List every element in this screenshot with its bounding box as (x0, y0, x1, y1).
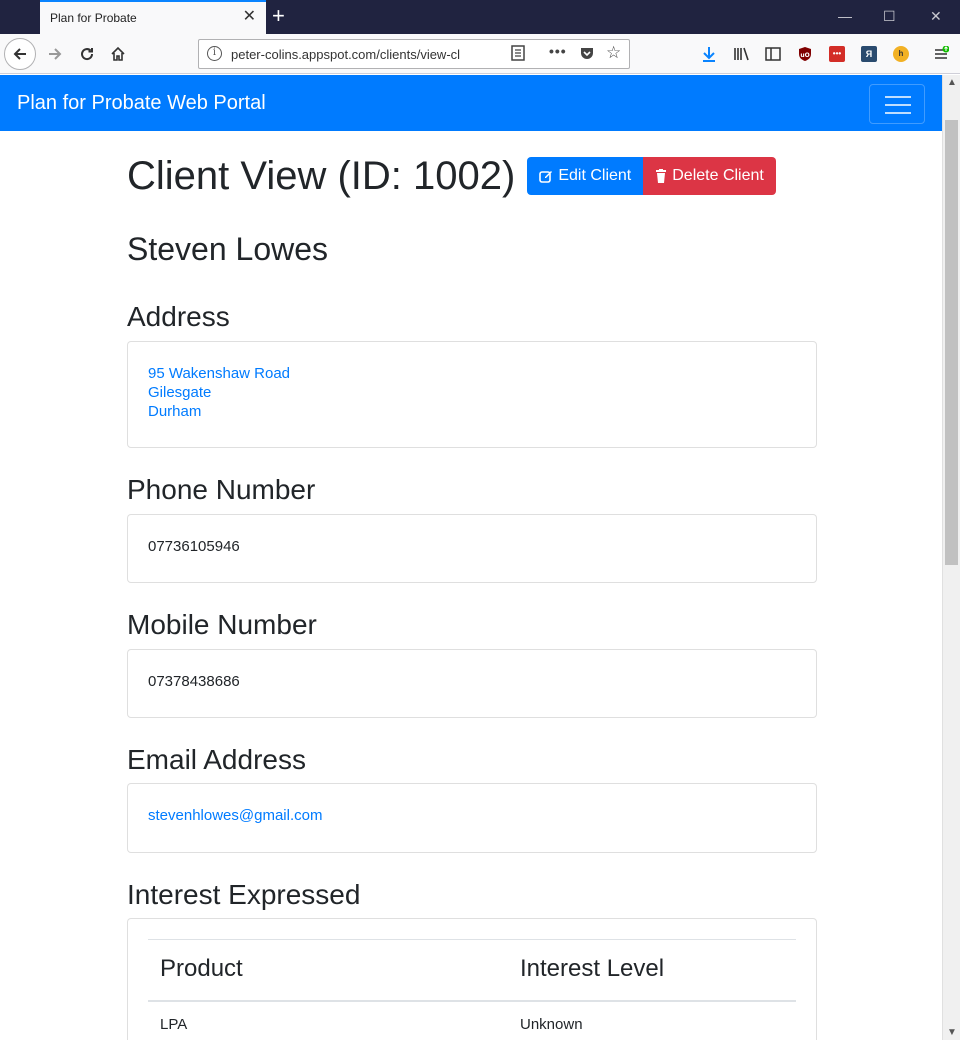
pocket-icon[interactable] (579, 45, 595, 64)
new-tab-button[interactable]: + (272, 5, 285, 27)
browser-tab[interactable]: Plan for Probate ✕ (40, 0, 266, 34)
tab-title: Plan for Probate (50, 11, 137, 25)
maximize-icon[interactable]: ☐ (883, 8, 896, 25)
forward-button[interactable] (40, 39, 70, 69)
home-button[interactable] (103, 39, 133, 69)
reload-button[interactable] (72, 39, 102, 69)
lastpass-icon[interactable]: ••• (829, 46, 845, 62)
yandex-icon[interactable]: Я (861, 46, 877, 62)
svg-text:uO: uO (800, 52, 809, 59)
scroll-up-arrow-icon[interactable]: ▲ (947, 77, 957, 88)
menu-hamburger-icon[interactable] (926, 39, 956, 69)
interest-heading: Interest Expressed (127, 879, 361, 910)
reload-icon (81, 48, 94, 61)
downloads-icon[interactable] (694, 39, 724, 69)
address-link[interactable]: 95 Wakenshaw Road Gilesgate Durham (148, 364, 290, 421)
page-header: Client View (ID: 1002) Edit Client Delet… (127, 153, 776, 199)
mobile-value: 07378438686 (148, 673, 240, 690)
address-heading: Address (127, 301, 230, 332)
phone-value: 07736105946 (148, 538, 240, 555)
email-card: stevenhlowes@gmail.com (127, 783, 817, 853)
ublock-icon[interactable]: uO (797, 46, 813, 62)
hamburger-bar (885, 112, 911, 114)
library-icon[interactable] (727, 39, 757, 69)
column-header-interest-level: Interest Level (520, 955, 665, 982)
mobile-card: 07378438686 (127, 649, 817, 718)
email-link[interactable]: stevenhlowes@gmail.com (148, 806, 322, 825)
phone-card: 07736105946 (127, 514, 817, 583)
bookmark-star-icon[interactable]: ☆ (606, 43, 621, 63)
browser-toolbar: i peter-colins.appspot.com/clients/view-… (0, 34, 960, 74)
main-content: Client View (ID: 1002) Edit Client Delet… (0, 131, 942, 1040)
interest-card: Product Interest Level LPA Unknown (127, 918, 817, 1040)
mobile-heading: Mobile Number (127, 609, 317, 640)
client-name: Steven Lowes (127, 231, 329, 267)
app-brand[interactable]: Plan for Probate Web Portal (17, 92, 266, 115)
delete-client-label: Delete Client (672, 167, 764, 184)
edit-icon (539, 171, 553, 183)
navbar-toggler-button[interactable] (869, 84, 925, 124)
scrollbar-thumb[interactable] (945, 120, 958, 565)
address-line-3: Durham (148, 403, 202, 420)
edit-client-label: Edit Client (558, 167, 632, 184)
delete-client-button[interactable]: Delete Client (643, 157, 776, 195)
hamburger-bar (885, 96, 911, 98)
edit-client-button[interactable]: Edit Client (527, 157, 644, 195)
back-arrow-icon (13, 48, 26, 60)
app-navbar: Plan for Probate Web Portal (0, 75, 942, 131)
url-bar[interactable]: i peter-colins.appspot.com/clients/view-… (198, 39, 630, 69)
email-heading: Email Address (127, 744, 306, 775)
page-title: Client View (ID: 1002) (127, 153, 516, 198)
minimize-icon[interactable]: — (838, 8, 852, 24)
sidebar-icon[interactable] (758, 39, 788, 69)
url-text[interactable]: peter-colins.appspot.com/clients/view-cl (231, 47, 476, 62)
address-line-1: 95 Wakenshaw Road (148, 365, 291, 382)
tab-close-icon[interactable]: ✕ (243, 9, 256, 25)
window-close-icon[interactable]: ✕ (930, 8, 942, 25)
honey-icon[interactable]: h (893, 46, 909, 62)
table-cell-interest-level: Unknown (520, 1016, 583, 1033)
site-info-icon[interactable]: i (207, 46, 222, 61)
scroll-down-arrow-icon[interactable]: ▼ (947, 1027, 957, 1038)
back-button[interactable] (4, 38, 36, 70)
browser-tab-strip: Plan for Probate ✕ + — ☐ ✕ (0, 0, 960, 34)
phone-heading: Phone Number (127, 474, 316, 505)
page-scrollbar[interactable]: ▲ ▼ (942, 75, 960, 1040)
home-icon (111, 46, 125, 61)
address-card: 95 Wakenshaw Road Gilesgate Durham (127, 341, 817, 448)
address-line-2: Gilesgate (148, 384, 212, 401)
hamburger-bar (885, 104, 911, 106)
column-header-product: Product (160, 955, 243, 982)
forward-arrow-icon (49, 48, 62, 60)
page-actions-icon[interactable]: ••• (549, 43, 567, 59)
reader-view-icon[interactable] (511, 45, 525, 64)
table-cell-product: LPA (160, 1016, 188, 1033)
trash-icon (656, 169, 667, 183)
table-header-row: Product Interest Level (148, 939, 796, 1002)
